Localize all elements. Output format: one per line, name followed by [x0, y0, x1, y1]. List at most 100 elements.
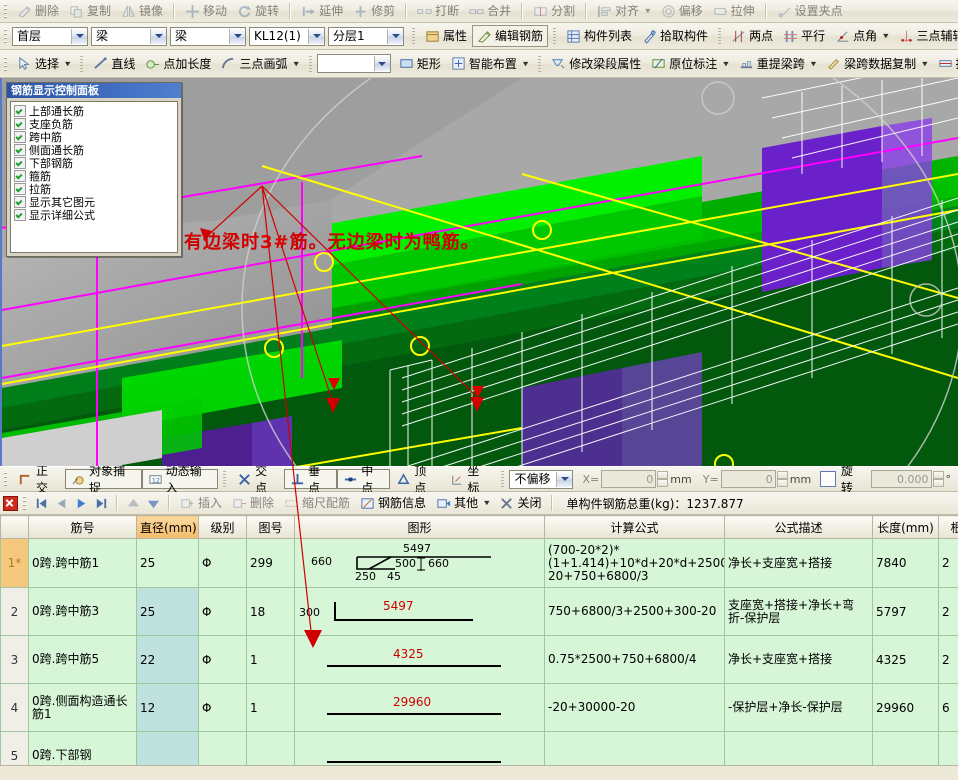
tool-three-point-axis[interactable]: 三点辅轴▼ [894, 25, 958, 47]
y-offset-stepper[interactable] [776, 471, 788, 487]
snap-vertex[interactable]: 顶点 [390, 464, 443, 495]
draw-batch-recognize-beam[interactable]: 批量识别梁 [933, 53, 958, 75]
combo-layer-chevron-down-icon[interactable] [387, 28, 403, 44]
cell-shape[interactable]: 300 5497 [294, 587, 545, 636]
cell-fig[interactable]: 299 [246, 538, 295, 588]
tool-parallel[interactable]: 平行 [778, 25, 830, 47]
checkbox-icon[interactable] [14, 196, 26, 208]
cell-formula[interactable]: (700-20*2)*(1+1.414)+10*d+20*d+2500-20+7… [544, 538, 725, 588]
checkbox-icon[interactable] [14, 183, 26, 195]
chevron-down-icon[interactable]: ▼ [484, 500, 489, 506]
cell-name[interactable]: 0跨.侧面构造通长筋1 [28, 683, 137, 732]
table-row[interactable]: 2 0跨.跨中筋3 25 Φ 18 300 5497 750+6800/3+2500+300-… [0, 587, 958, 636]
cell-count[interactable]: 6 [938, 683, 958, 732]
snap-coordinate[interactable]: 坐标 [443, 464, 496, 495]
cell-name[interactable]: 0跨.跨中筋5 [28, 635, 137, 684]
draw-line[interactable]: 直线 [88, 53, 140, 75]
cell-grade[interactable]: Φ [198, 538, 247, 588]
rebar-toggle-8[interactable]: 显示详细公式 [14, 209, 175, 221]
shape-combo[interactable] [316, 54, 391, 73]
tool-properties[interactable]: 属性 [420, 25, 472, 47]
cell-count[interactable]: 2 [938, 587, 958, 636]
draw-smart-layout[interactable]: 智能布置 ▼ [446, 53, 533, 75]
col-header-count[interactable]: 根数 [938, 515, 958, 539]
col-header-dia[interactable]: 直径(mm) [136, 515, 199, 539]
x-offset-stepper[interactable] [657, 471, 669, 487]
draw-insitu-annotate[interactable]: 原位标注 ▼ [646, 53, 733, 75]
draw-edit-beam-prop[interactable]: 修改梁段属性 [546, 53, 646, 75]
cell-desc[interactable]: 支座宽+搭接+净长+弯折-保护层 [724, 587, 873, 636]
cell-dia[interactable]: 25 [136, 538, 199, 588]
col-header-len[interactable]: 长度(mm) [872, 515, 939, 539]
checkbox-icon[interactable] [14, 157, 26, 169]
cell-shape[interactable]: 4325 [294, 635, 545, 684]
cell-dia[interactable]: 22 [136, 635, 199, 684]
combo-component[interactable]: KL12(1) [249, 26, 325, 46]
cell-grade[interactable]: Φ [198, 683, 247, 732]
cell-shape[interactable]: 29960 [294, 683, 545, 732]
cell-len[interactable]: 29960 [872, 683, 939, 732]
combo-floor-chevron-down-icon[interactable] [71, 28, 87, 44]
tool-component-list[interactable]: 构件列表 [561, 25, 637, 47]
combo-layer[interactable]: 分层1 [328, 26, 404, 46]
nav-next-record[interactable] [71, 495, 91, 512]
checkbox-icon[interactable] [14, 131, 26, 143]
cell-idx[interactable]: 2 [0, 587, 29, 636]
col-header-fig[interactable]: 图号 [246, 515, 295, 539]
nav-move-down[interactable] [143, 495, 163, 512]
col-header-grade[interactable]: 级别 [198, 515, 247, 539]
tool-edit-rebar[interactable]: 编辑钢筋 [472, 25, 549, 47]
cell-desc[interactable]: 净长+支座宽+搭接 [724, 635, 873, 684]
chevron-down-icon[interactable]: ▼ [65, 60, 70, 66]
rebar-toggle-7[interactable]: 显示其它图元 [14, 196, 175, 208]
draw-refetch-span[interactable]: 重提梁跨 ▼ [734, 53, 821, 75]
cell-count[interactable]: 2 [938, 538, 958, 588]
cell-formula[interactable]: -20+30000-20 [544, 683, 725, 732]
cell-formula[interactable]: 750+6800/3+2500+300-20 [544, 587, 725, 636]
chevron-down-icon[interactable]: ▼ [293, 60, 298, 66]
nav-prev-record[interactable] [51, 495, 71, 512]
draw-arc[interactable]: 三点画弧 ▼ [216, 53, 303, 75]
cell-desc[interactable]: 净长+支座宽+搭接 [724, 538, 873, 588]
checkbox-icon[interactable] [14, 209, 26, 221]
snap-ortho[interactable]: 正交 [12, 464, 65, 495]
cell-desc[interactable]: -保护层+净长-保护层 [724, 683, 873, 732]
cell-dia[interactable]: 25 [136, 587, 199, 636]
cell-name[interactable]: 0跨.跨中筋3 [28, 587, 137, 636]
snap-dynamic-input[interactable]: 12 动态输入 [141, 464, 219, 495]
tool-point-angle[interactable]: 点角 ▼ [830, 25, 893, 47]
rotate-input[interactable]: 0.000 [870, 470, 932, 488]
table-row[interactable]: 4 0跨.侧面构造通长筋1 12 Φ 1 29960 -20+30000-20 -保护层+净长… [0, 683, 958, 732]
checkbox-icon[interactable] [14, 170, 26, 182]
table-row[interactable]: 3 0跨.跨中筋5 22 Φ 1 4325 0.75*2500+750+6800/4 净长+支… [0, 635, 958, 684]
3d-viewport[interactable]: 钢筋显示控制面板 上部通长筋 支座负筋 跨中筋 侧面通长筋 下部钢筋 箍筋 拉筋 显示其它图元… [0, 78, 958, 466]
toolbar-grip[interactable] [3, 3, 9, 19]
tbl-other[interactable]: 其他 ▼ [431, 492, 494, 514]
cell-grade[interactable]: Φ [198, 587, 247, 636]
cell-len[interactable]: 4325 [872, 635, 939, 684]
col-header-desc[interactable]: 公式描述 [724, 515, 873, 539]
checkbox-icon[interactable] [14, 144, 26, 156]
cell-name[interactable]: 0跨.跨中筋1 [28, 538, 137, 588]
cell-idx[interactable]: 3 [0, 635, 29, 684]
close-icon[interactable] [3, 495, 18, 511]
y-offset-input[interactable]: 0 [720, 470, 776, 488]
draw-rectangle[interactable]: 矩形 [394, 53, 446, 75]
shape-combo-chevron-down-icon[interactable] [373, 56, 390, 71]
chevron-down-icon[interactable]: ▼ [523, 60, 528, 66]
cell-formula[interactable]: 0.75*2500+750+6800/4 [544, 635, 725, 684]
snapbar-grip[interactable] [3, 471, 9, 487]
nav-last-record[interactable] [91, 495, 111, 512]
tablebar-grip[interactable] [22, 495, 28, 511]
rebar-toggle-3[interactable]: 侧面通长筋 [14, 144, 175, 156]
checkbox-icon[interactable] [14, 105, 26, 117]
rebar-toggle-1[interactable]: 支座负筋 [14, 118, 175, 130]
rebar-toggle-5[interactable]: 箍筋 [14, 170, 175, 182]
chevron-down-icon[interactable]: ▼ [883, 33, 888, 39]
col-header-formula[interactable]: 计算公式 [544, 515, 725, 539]
cell-idx[interactable]: 4 [0, 683, 29, 732]
cell-grade[interactable]: Φ [198, 635, 247, 684]
snap-intersection[interactable]: 交点 [231, 464, 284, 495]
cell-count[interactable]: 2 [938, 635, 958, 684]
tool-two-point[interactable]: 两点 [726, 25, 778, 47]
